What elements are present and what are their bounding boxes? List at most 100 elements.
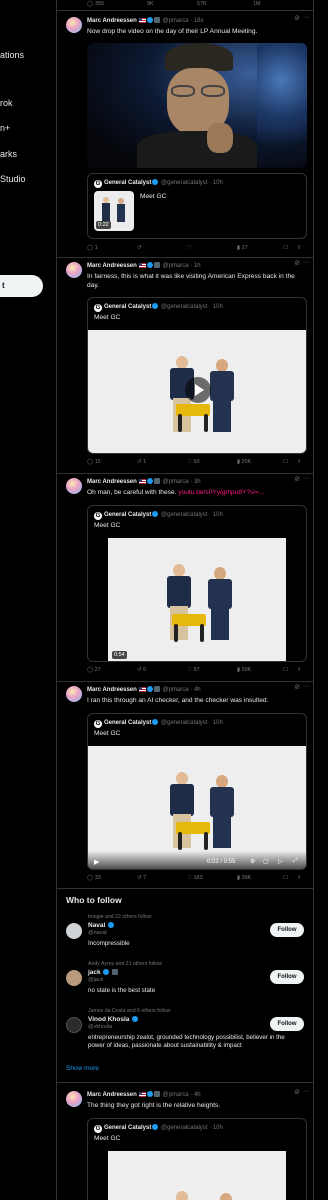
author-handle[interactable]: @pmarca [162, 263, 188, 269]
bookmark-icon[interactable]: ☐ [283, 245, 288, 251]
author-handle[interactable]: @pmarca [162, 687, 188, 693]
captions-icon[interactable]: ▢ [263, 858, 269, 865]
grok-icon[interactable]: ⊘ [294, 475, 300, 483]
post-button[interactable]: t [0, 275, 43, 297]
play-icon[interactable] [185, 377, 211, 403]
volume-icon[interactable]: ▷ [278, 858, 283, 865]
tweet[interactable]: Marc Andreessen @pmarca · 18s ⊘ ··· Now … [57, 14, 314, 258]
views-button[interactable]: ▮ 39K [237, 875, 251, 881]
settings-icon[interactable]: ⚙ [250, 858, 255, 865]
reply-button[interactable]: ◯ 33 [87, 875, 101, 881]
play-icon[interactable]: ▶ [94, 858, 99, 866]
more-icon[interactable]: ··· [303, 683, 310, 690]
tweet-time[interactable]: 18s [194, 18, 204, 24]
more-icon[interactable]: ··· [303, 1088, 310, 1095]
tweet-time[interactable]: 3h [194, 479, 201, 485]
tweet[interactable]: Marc Andreessen @pmarca · 4h ⊘ ··· The t… [57, 1088, 314, 1200]
repost-button[interactable]: ↺ 6 [137, 667, 146, 673]
avatar[interactable] [66, 970, 82, 986]
tweet-time[interactable]: 4h [194, 1092, 201, 1098]
user-name[interactable]: jack [88, 969, 119, 976]
bookmark-icon[interactable]: ☐ [283, 667, 288, 673]
author-name[interactable]: Marc Andreessen [87, 263, 137, 269]
share-icon[interactable]: ⇧ [297, 875, 302, 881]
quote-tweet[interactable]: G General Catalyst @generalcatalyst · 10h… [87, 173, 307, 239]
follow-suggestion[interactable]: boogie and 22 others follow Naval @naval… [57, 914, 314, 959]
share-icon[interactable]: ⇧ [297, 459, 302, 465]
like-button[interactable]: ♡ 183 [187, 875, 203, 881]
author-handle[interactable]: @pmarca [162, 1092, 188, 1098]
quote-video[interactable]: 0:54 [108, 538, 286, 661]
sidebar-item-bookmarks[interactable]: arks [0, 149, 17, 159]
author-handle[interactable]: @pmarca [162, 18, 188, 24]
author-name[interactable]: Marc Andreessen [87, 1092, 137, 1098]
avatar[interactable] [66, 478, 82, 494]
grok-icon[interactable]: ⊘ [294, 259, 300, 267]
more-icon[interactable]: ··· [303, 475, 310, 482]
avatar[interactable] [66, 17, 82, 33]
author-name[interactable]: Marc Andreessen [87, 479, 137, 485]
affiliate-badge-icon [153, 478, 160, 484]
quote-tweet[interactable]: G General Catalyst @generalcatalyst · 10h… [87, 297, 307, 454]
reply-button[interactable]: ◯ 1 [87, 245, 98, 251]
tweet[interactable]: Marc Andreessen @pmarca · 3h ⊘ ··· Oh ma… [57, 475, 314, 682]
quote-video[interactable] [88, 330, 306, 453]
tweet-time[interactable]: 1h [194, 263, 201, 269]
show-more-link[interactable]: Show more [66, 1065, 99, 1072]
follow-button[interactable]: Follow [270, 1017, 304, 1031]
views-button[interactable]: ▮ 27 [237, 245, 248, 251]
like-button[interactable]: ♡ [187, 245, 192, 251]
repost-button[interactable]: ↺ [137, 245, 142, 251]
follow-suggestion[interactable]: James da Costa and 6 others follow Vinod… [57, 1008, 314, 1063]
grok-icon[interactable]: ⊘ [294, 683, 300, 691]
tweet-time[interactable]: 4h [194, 687, 201, 693]
avatar[interactable] [66, 686, 82, 702]
like-button[interactable]: ♡ 97 [187, 667, 200, 673]
user-name[interactable]: Naval [88, 922, 115, 929]
sidebar-item-studio[interactable]: Studio [0, 174, 26, 184]
avatar[interactable] [66, 923, 82, 939]
views-button[interactable]: ▮ 59K [237, 667, 251, 673]
tweet-link[interactable]: youtu.be/s0Yyqphpu8Y?si=... [178, 489, 264, 496]
quote-video[interactable]: ▶ 0:02 / 0:55 ⚙ ▢ ▷ ⤢ [88, 746, 306, 869]
avatar[interactable] [66, 1017, 82, 1033]
sidebar-item-notifications[interactable]: ations [0, 50, 24, 60]
follow-button[interactable]: Follow [270, 923, 304, 937]
author-handle[interactable]: @pmarca [162, 479, 188, 485]
bookmark-icon[interactable]: ☐ [283, 459, 288, 465]
follow-button[interactable]: Follow [270, 970, 304, 984]
tweet[interactable]: Marc Andreessen @pmarca · 1h ⊘ ··· In fa… [57, 259, 314, 474]
user-name[interactable]: Vinod Khosla [88, 1016, 139, 1023]
user-handle: @jack [88, 977, 104, 983]
author-name[interactable]: Marc Andreessen [87, 687, 137, 693]
like-button[interactable]: ♡ 93 [187, 459, 200, 465]
share-icon[interactable]: ⇧ [297, 245, 302, 251]
more-icon[interactable]: ··· [303, 259, 310, 266]
verified-icon [152, 511, 159, 517]
follow-suggestion[interactable]: Andy Ayrey and 21 others follow jack @ja… [57, 961, 314, 1006]
quote-tweet[interactable]: G General Catalyst @generalcatalyst · 10h… [87, 505, 307, 662]
avatar[interactable] [66, 1091, 82, 1107]
tweet[interactable]: Marc Andreessen @pmarca · 4h ⊘ ··· I ran… [57, 683, 314, 889]
quote-thumbnail[interactable]: 0:22 [94, 191, 134, 231]
tweet-image[interactable] [87, 43, 307, 168]
reply-button[interactable]: ◯ 15 [87, 459, 101, 465]
share-icon[interactable]: ⇧ [297, 667, 302, 673]
sidebar-item-premium[interactable]: n+ [0, 123, 10, 133]
more-icon[interactable]: ··· [303, 14, 310, 21]
bookmark-icon[interactable]: ☐ [283, 875, 288, 881]
reply-button[interactable]: ◯ 27 [87, 667, 101, 673]
reply-icon[interactable]: ◯ [87, 1, 93, 7]
grok-icon[interactable]: ⊘ [294, 14, 300, 22]
repost-button[interactable]: ↺ 7 [137, 875, 146, 881]
sidebar-item-grok[interactable]: rok [0, 98, 13, 108]
avatar[interactable] [66, 262, 82, 278]
quote-tweet[interactable]: G General Catalyst @generalcatalyst · 10h… [87, 713, 307, 870]
fullscreen-icon[interactable]: ⤢ [293, 858, 298, 865]
author-name[interactable]: Marc Andreessen [87, 18, 137, 24]
quote-tweet[interactable]: G General Catalyst @generalcatalyst · 10h… [87, 1118, 307, 1200]
repost-button[interactable]: ↺ 1 [137, 459, 146, 465]
quote-video[interactable] [108, 1151, 286, 1200]
grok-icon[interactable]: ⊘ [294, 1088, 300, 1096]
views-button[interactable]: ▮ 20K [237, 459, 251, 465]
